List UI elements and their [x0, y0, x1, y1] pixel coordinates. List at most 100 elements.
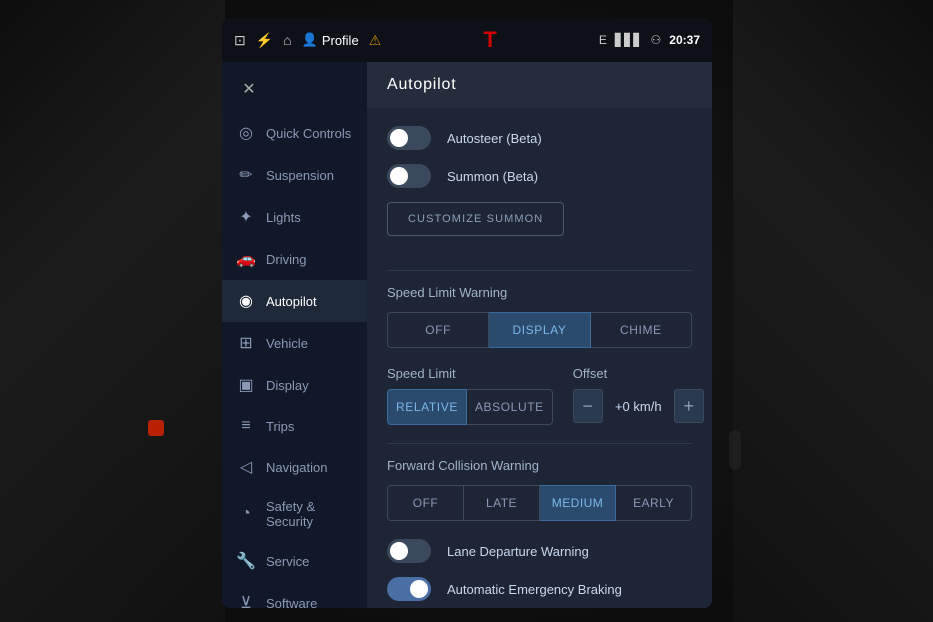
person-icon: 👤: [302, 32, 318, 48]
sidebar-item-trips[interactable]: ≡ Trips: [222, 406, 367, 446]
door-handle: [729, 430, 741, 470]
driving-icon: 🚗: [236, 249, 256, 269]
status-bar: ⊡ ⚡ ⌂ 👤 Profile ⚠ T E ▋▋▋ ⚇ 20:37: [222, 18, 712, 62]
bluetooth-icon: ⚇: [651, 33, 662, 47]
speed-limit-col-label: Speed Limit: [387, 366, 553, 381]
sidebar-label-safety: Safety & Security: [266, 499, 353, 529]
sidebar: ✕ ◎ Quick Controls ✏ Suspension ✦ Lights…: [222, 62, 367, 608]
autosteer-toggle[interactable]: [387, 126, 431, 150]
offset-increment-button[interactable]: +: [674, 389, 704, 423]
sidebar-item-lights[interactable]: ✦ Lights: [222, 196, 367, 238]
fcw-early-button[interactable]: EARLY: [616, 485, 692, 521]
left-seat-area: [0, 0, 225, 622]
status-right: E ▋▋▋ ⚇ 20:37: [599, 33, 700, 47]
close-button[interactable]: ✕: [234, 74, 264, 104]
sl-relative-button[interactable]: RELATIVE: [387, 389, 467, 425]
lightning-icon: ⚡: [256, 32, 273, 49]
autopilot-icon: ◉: [236, 291, 256, 311]
fcw-group: OFF LATE MEDIUM EARLY: [387, 485, 692, 521]
divider-2: [387, 443, 692, 444]
summon-row: Summon (Beta): [387, 164, 692, 188]
safety-icon: ◔: [236, 505, 256, 523]
sidebar-label-lights: Lights: [266, 210, 301, 225]
software-icon: ⊻: [236, 593, 256, 608]
auto-emergency-toggle[interactable]: [387, 577, 431, 601]
sidebar-item-quick-controls[interactable]: ◎ Quick Controls: [222, 112, 367, 154]
display-icon: ▣: [236, 375, 256, 395]
fcw-late-button[interactable]: LATE: [464, 485, 540, 521]
status-left: ⊡ ⚡ ⌂ 👤 Profile ⚠: [234, 32, 381, 49]
hazard-light: [148, 420, 164, 436]
offset-value: +0 km/h: [611, 399, 666, 414]
navigation-icon: ◁: [236, 457, 256, 477]
slw-chime-button[interactable]: CHIME: [591, 312, 692, 348]
speed-limit-warning-label: Speed Limit Warning: [387, 285, 692, 300]
sidebar-label-service: Service: [266, 554, 309, 569]
home-icon: ⌂: [283, 32, 291, 48]
offset-col-label: Offset: [573, 366, 704, 381]
service-icon: 🔧: [236, 551, 256, 571]
sidebar-label-suspension: Suspension: [266, 168, 334, 183]
sidebar-item-navigation[interactable]: ◁ Navigation: [222, 446, 367, 488]
sidebar-label-trips: Trips: [266, 419, 294, 434]
quick-controls-icon: ◎: [236, 123, 256, 143]
sl-absolute-button[interactable]: ABSOLUTE: [467, 389, 553, 425]
sidebar-item-display[interactable]: ▣ Display: [222, 364, 367, 406]
summon-label: Summon (Beta): [447, 169, 538, 184]
signal-bars: ▋▋▋: [615, 33, 643, 47]
profile-label: Profile: [322, 33, 359, 48]
speed-limit-warning-group: OFF DISPLAY CHIME: [387, 312, 692, 348]
offset-decrement-button[interactable]: −: [573, 389, 603, 423]
lane-departure-label: Lane Departure Warning: [447, 544, 589, 559]
panel-body: Autosteer (Beta) Summon (Beta) CUSTOMIZE…: [367, 108, 712, 608]
car-icon: ⊡: [234, 32, 246, 49]
lights-icon: ✦: [236, 207, 256, 227]
divider-1: [387, 270, 692, 271]
fcw-off-button[interactable]: OFF: [387, 485, 464, 521]
suspension-icon: ✏: [236, 165, 256, 185]
sidebar-label-autopilot: Autopilot: [266, 294, 317, 309]
offset-col: Offset − +0 km/h +: [573, 366, 704, 425]
speed-limit-col: Speed Limit RELATIVE ABSOLUTE: [387, 366, 553, 425]
sidebar-item-service[interactable]: 🔧 Service: [222, 540, 367, 582]
autosteer-label: Autosteer (Beta): [447, 131, 542, 146]
vehicle-icon: ⊞: [236, 333, 256, 353]
tesla-logo: T: [483, 27, 496, 53]
sidebar-item-software[interactable]: ⊻ Software: [222, 582, 367, 608]
panel-header: Autopilot: [367, 62, 712, 108]
sidebar-label-vehicle: Vehicle: [266, 336, 308, 351]
sidebar-item-vehicle[interactable]: ⊞ Vehicle: [222, 322, 367, 364]
tesla-screen: ⊡ ⚡ ⌂ 👤 Profile ⚠ T E ▋▋▋ ⚇ 20:37 ✕ ◎: [222, 18, 712, 608]
battery-icon: E: [599, 33, 607, 47]
lane-departure-toggle[interactable]: [387, 539, 431, 563]
summon-toggle[interactable]: [387, 164, 431, 188]
time-display: 20:37: [669, 33, 700, 47]
customize-summon-button[interactable]: CUSTOMIZE SUMMON: [387, 202, 564, 236]
auto-emergency-label: Automatic Emergency Braking: [447, 582, 622, 597]
sidebar-item-autopilot[interactable]: ◉ Autopilot: [222, 280, 367, 322]
fcw-medium-button[interactable]: MEDIUM: [540, 485, 616, 521]
speed-limit-group: RELATIVE ABSOLUTE: [387, 389, 553, 425]
sidebar-label-software: Software: [266, 596, 317, 609]
right-seat-area: [733, 0, 933, 622]
sidebar-item-suspension[interactable]: ✏ Suspension: [222, 154, 367, 196]
fcw-label: Forward Collision Warning: [387, 458, 692, 473]
lane-departure-row: Lane Departure Warning: [387, 539, 692, 563]
close-icon: ✕: [242, 79, 255, 99]
speed-limit-offset-row: Speed Limit RELATIVE ABSOLUTE Offset − +…: [387, 366, 692, 425]
trips-icon: ≡: [236, 417, 256, 435]
panel-title: Autopilot: [387, 76, 456, 93]
sidebar-label-driving: Driving: [266, 252, 306, 267]
sidebar-label-display: Display: [266, 378, 309, 393]
sidebar-item-safety-security[interactable]: ◔ Safety & Security: [222, 488, 367, 540]
sidebar-label-navigation: Navigation: [266, 460, 327, 475]
profile-button[interactable]: 👤 Profile: [302, 32, 359, 48]
autopilot-panel: Autopilot Autosteer (Beta) Summon (Beta)…: [367, 62, 712, 608]
status-center: T: [483, 27, 496, 53]
auto-emergency-row: Automatic Emergency Braking: [387, 577, 692, 601]
slw-off-button[interactable]: OFF: [387, 312, 489, 348]
slw-display-button[interactable]: DISPLAY: [489, 312, 590, 348]
main-content: ✕ ◎ Quick Controls ✏ Suspension ✦ Lights…: [222, 62, 712, 608]
sidebar-item-driving[interactable]: 🚗 Driving: [222, 238, 367, 280]
sidebar-label-quick-controls: Quick Controls: [266, 126, 351, 141]
